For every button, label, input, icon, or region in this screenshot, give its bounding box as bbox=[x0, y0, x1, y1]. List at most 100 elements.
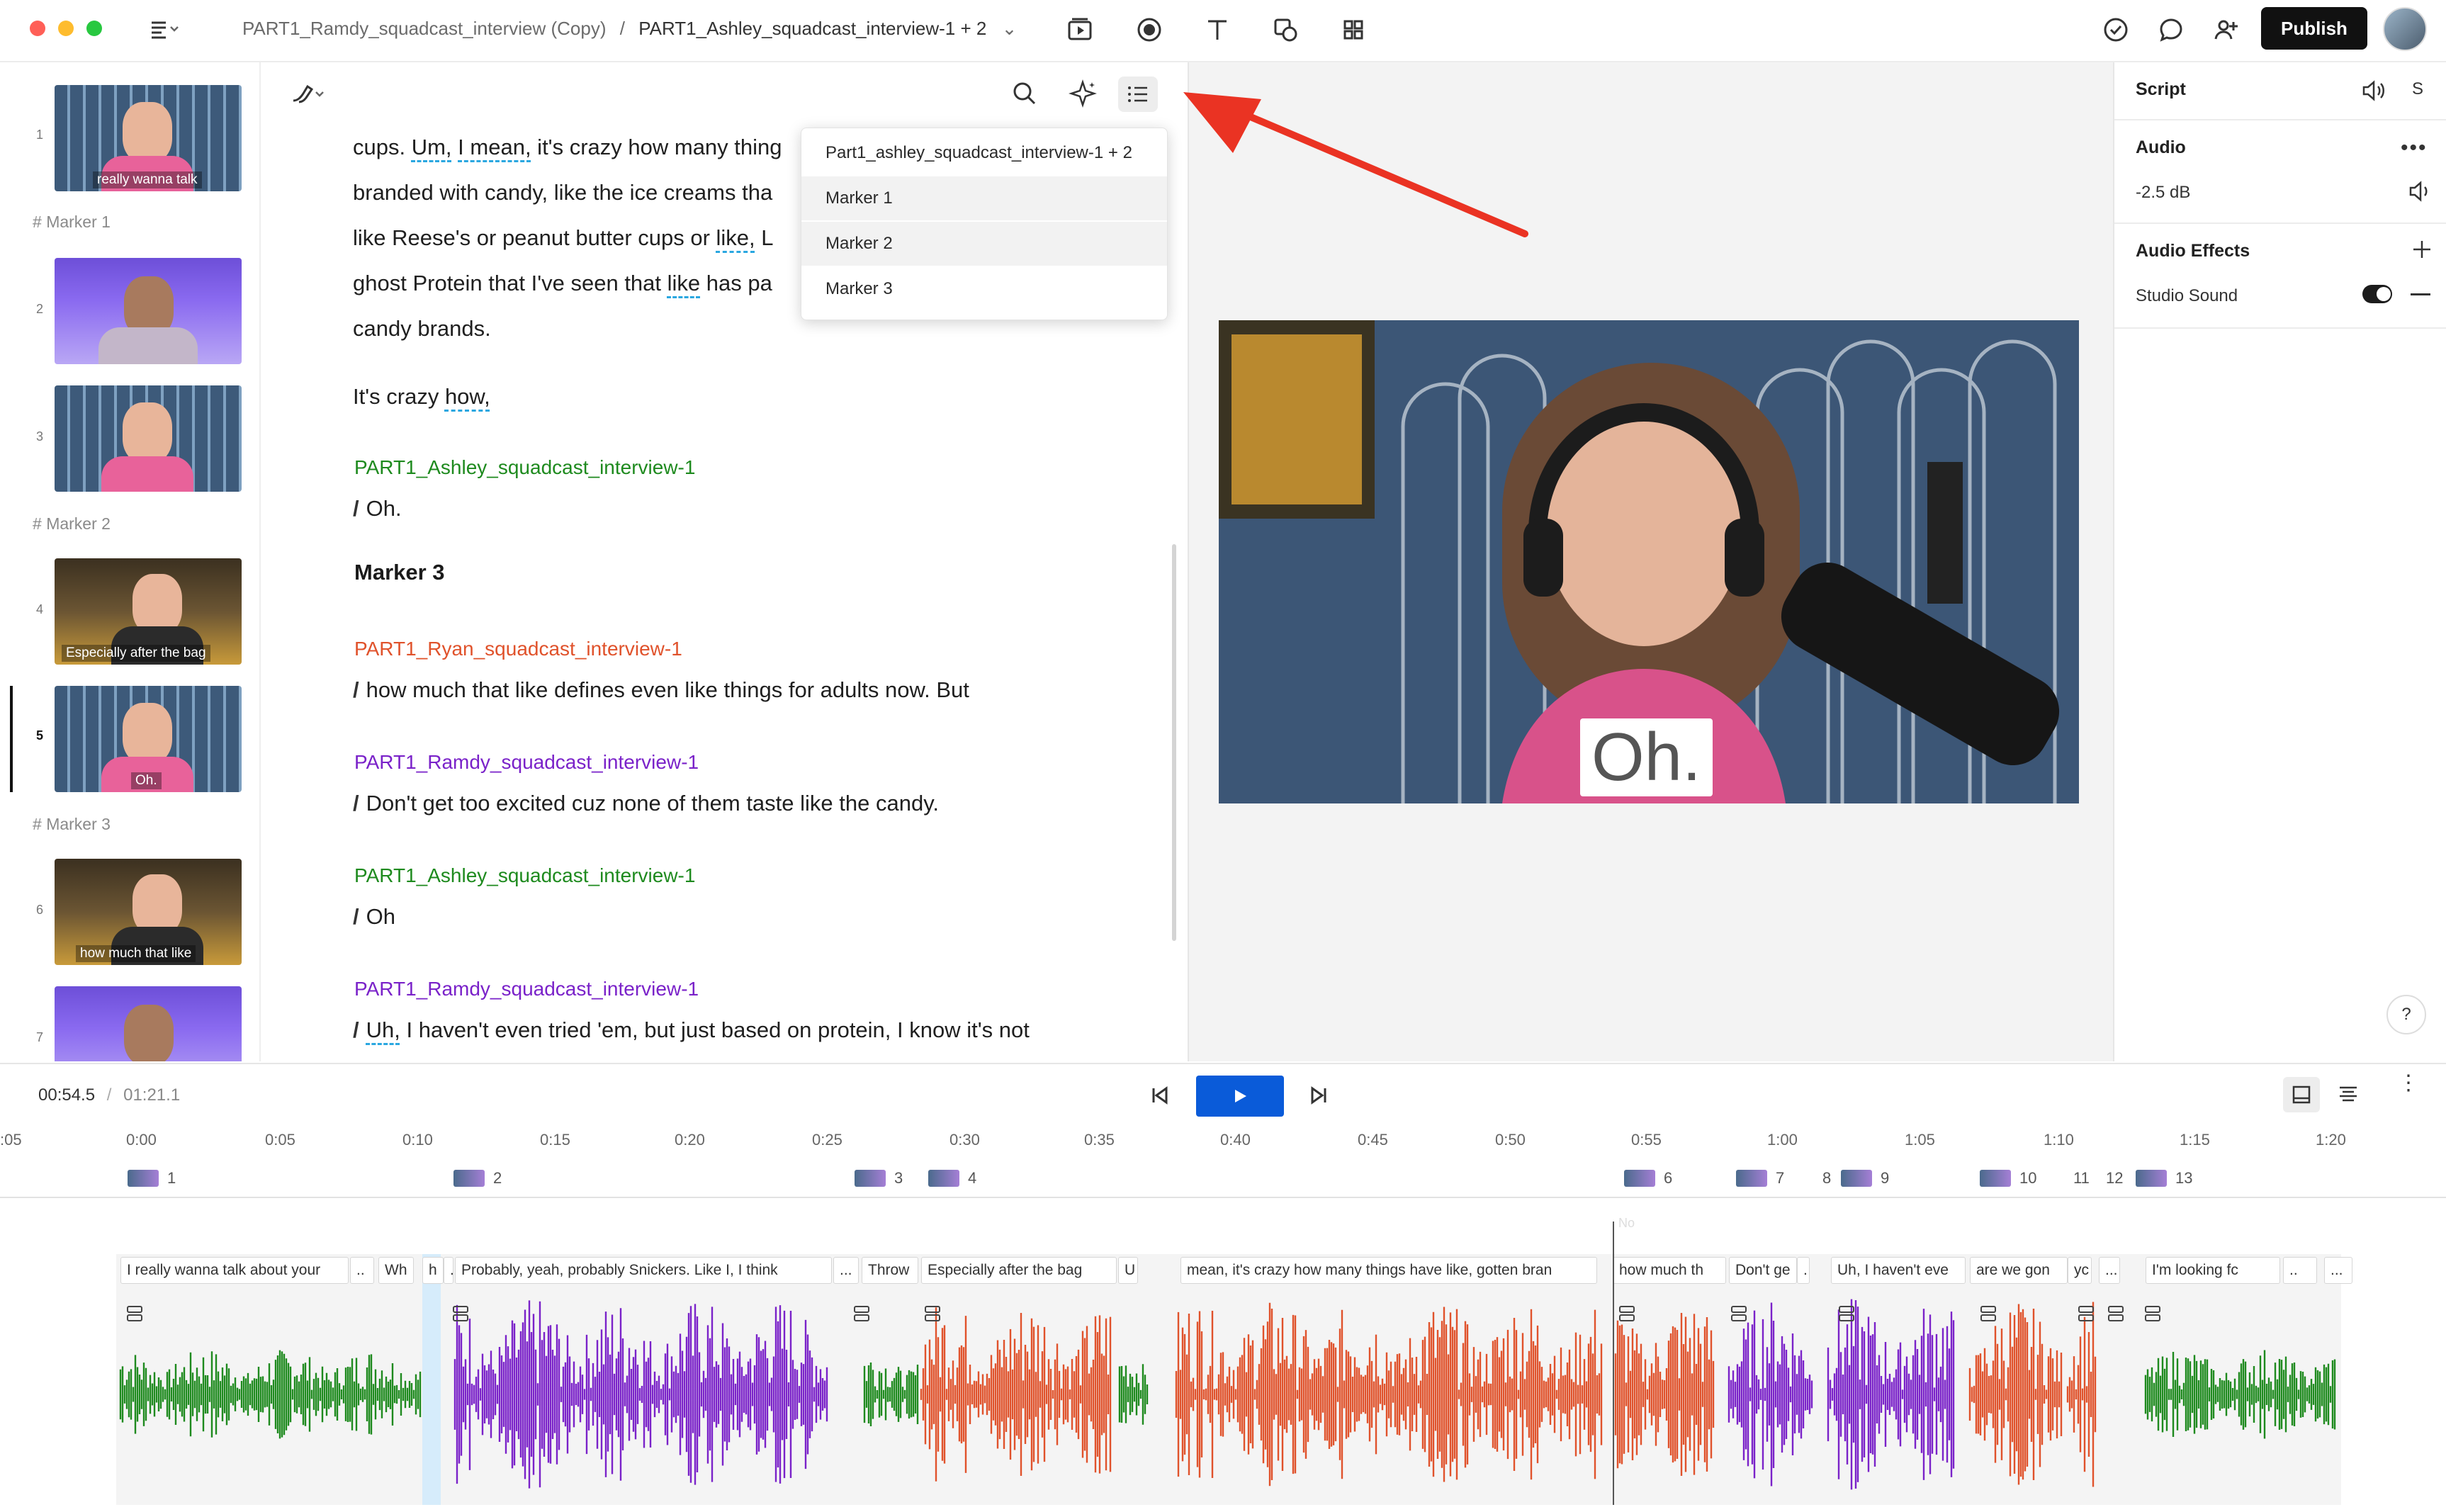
help-button[interactable]: ? bbox=[2386, 995, 2426, 1034]
filler-word[interactable]: Uh, bbox=[366, 1017, 400, 1042]
outline-item-composition[interactable]: Part1_ashley_squadcast_interview-1 + 2 bbox=[801, 131, 1167, 175]
caption-clip[interactable]: Throw bbox=[862, 1257, 918, 1284]
sidebar-marker[interactable]: # Marker 1 bbox=[33, 213, 111, 232]
speaker-label[interactable]: PART1_Ashley_squadcast_interview-1 bbox=[354, 864, 695, 887]
outline-item-marker-1[interactable]: Marker 1 bbox=[801, 176, 1167, 220]
caption-clip[interactable]: . bbox=[444, 1257, 453, 1284]
timeline-scene-tag[interactable]: 3 bbox=[855, 1169, 903, 1187]
caption-clip[interactable]: Especially after the bag bbox=[921, 1257, 1117, 1284]
caption-clip[interactable]: mean, it's crazy how many things have li… bbox=[1180, 1257, 1597, 1284]
timeline-scene-tag[interactable]: 13 bbox=[2136, 1169, 2192, 1187]
timeline-scene-tag[interactable]: 8 bbox=[1822, 1169, 1831, 1187]
speaker-label[interactable]: PART1_Ryan_squadcast_interview-1 bbox=[354, 638, 682, 660]
script-scrollbar[interactable] bbox=[1172, 544, 1176, 941]
caption-clip[interactable]: how much th bbox=[1613, 1257, 1726, 1284]
caption-clip[interactable]: ... bbox=[833, 1257, 859, 1284]
filler-word[interactable]: I mean, bbox=[458, 135, 531, 159]
video-caption[interactable]: Oh. bbox=[1580, 718, 1713, 796]
view-toggle-button[interactable] bbox=[2283, 1077, 2320, 1112]
play-button[interactable] bbox=[1196, 1076, 1284, 1117]
document-menu-icon[interactable] bbox=[147, 13, 181, 47]
timeline-scene-tag[interactable]: 10 bbox=[1980, 1169, 2036, 1187]
caption-clip[interactable]: Uh, I haven't eve bbox=[1831, 1257, 1966, 1284]
scene-thumbnail[interactable] bbox=[55, 385, 242, 492]
timeline-scene-tag[interactable]: 4 bbox=[928, 1169, 976, 1187]
transcript-line[interactable]: cups. Um, I mean, it's crazy how many th… bbox=[353, 125, 782, 170]
caption-clip[interactable]: I really wanna talk about your bbox=[120, 1257, 349, 1284]
publish-button[interactable]: Publish bbox=[2261, 7, 2367, 50]
caption-clip[interactable]: Probably, yeah, probably Snickers. Like … bbox=[455, 1257, 832, 1284]
more-options-icon[interactable]: ••• bbox=[2401, 136, 2428, 160]
volume-icon[interactable] bbox=[2408, 180, 2433, 203]
breadcrumb-parent[interactable]: PART1_Ramdy_squadcast_interview (Copy) bbox=[242, 18, 607, 39]
add-effect-icon[interactable] bbox=[2411, 238, 2433, 261]
caption-clip[interactable]: U bbox=[1118, 1257, 1138, 1284]
studio-sound-toggle[interactable] bbox=[2362, 285, 2392, 303]
record-icon[interactable] bbox=[1132, 13, 1166, 47]
scene-thumbnail[interactable]: how much that like bbox=[55, 859, 242, 965]
transcript-line[interactable]: It's crazy how, bbox=[353, 374, 490, 419]
speaker-voice-icon[interactable] bbox=[2361, 79, 2386, 102]
outline-list-button[interactable] bbox=[1118, 77, 1158, 112]
outline-item-marker-2[interactable]: Marker 2 bbox=[801, 222, 1167, 266]
speaker-label[interactable]: PART1_Ramdy_squadcast_interview-1 bbox=[354, 978, 699, 1000]
timeline-scene-tag[interactable]: 12 bbox=[2106, 1169, 2123, 1187]
caption-clip[interactable]: . bbox=[1797, 1257, 1810, 1284]
script-section-title[interactable]: Script bbox=[2136, 79, 2186, 100]
playhead[interactable] bbox=[1613, 1222, 1614, 1505]
transcript-line[interactable]: like Reese's or peanut butter cups or li… bbox=[353, 215, 774, 261]
volume-value[interactable]: -2.5 dB bbox=[2136, 183, 2190, 203]
scene-thumbnail[interactable] bbox=[55, 258, 242, 364]
timeline-scene-tag[interactable]: 2 bbox=[453, 1169, 502, 1187]
comments-icon[interactable] bbox=[2154, 13, 2188, 47]
pen-tool-icon[interactable] bbox=[289, 81, 332, 106]
caption-clip[interactable]: Wh bbox=[378, 1257, 414, 1284]
timeline-scene-tag[interactable]: 9 bbox=[1841, 1169, 1889, 1187]
caption-clip[interactable]: Don't ge bbox=[1729, 1257, 1797, 1284]
add-collaborator-icon[interactable] bbox=[2209, 13, 2243, 47]
checkmark-circle-icon[interactable] bbox=[2099, 13, 2133, 47]
remove-effect-icon[interactable] bbox=[2411, 293, 2430, 295]
scene-thumbnail[interactable]: Especially after the bag bbox=[55, 558, 242, 665]
media-library-icon[interactable] bbox=[1063, 13, 1097, 47]
caption-clip[interactable]: ... bbox=[2324, 1257, 2352, 1284]
scene-thumbnail[interactable]: really wanna talk bbox=[55, 85, 242, 191]
caption-clip[interactable]: .. bbox=[2283, 1257, 2317, 1284]
transcript-line[interactable]: / Oh bbox=[353, 894, 395, 940]
scene-thumbnail[interactable] bbox=[55, 986, 242, 1061]
sidebar-marker[interactable]: # Marker 2 bbox=[33, 514, 111, 534]
sidebar-marker[interactable]: # Marker 3 bbox=[33, 815, 111, 834]
user-avatar[interactable] bbox=[2383, 7, 2427, 51]
layout-grid-icon[interactable] bbox=[1336, 13, 1370, 47]
filler-word[interactable]: Um, bbox=[412, 135, 452, 159]
transcript-line[interactable]: / Don't get too excited cuz none of them … bbox=[353, 781, 939, 826]
outline-item-marker-3[interactable]: Marker 3 bbox=[801, 267, 1167, 311]
transcript-line[interactable]: / Oh. bbox=[353, 486, 402, 531]
caption-clip[interactable]: yc bbox=[2068, 1257, 2092, 1284]
transcript-line[interactable]: / Uh, I haven't even tried 'em, but just … bbox=[353, 1008, 1030, 1053]
video-preview[interactable]: Oh. bbox=[1219, 320, 2079, 803]
align-icon[interactable] bbox=[2335, 1081, 2361, 1107]
more-vertical-icon[interactable]: ⋮ bbox=[2398, 1073, 2419, 1094]
speaker-label[interactable]: PART1_Ramdy_squadcast_interview-1 bbox=[354, 751, 699, 774]
timeline-scene-tag[interactable]: 6 bbox=[1624, 1169, 1672, 1187]
timeline-scene-tag[interactable]: 1 bbox=[128, 1169, 176, 1187]
script-shortcut-label[interactable]: S bbox=[2412, 79, 2423, 99]
scene-thumbnail-selected[interactable]: Oh. bbox=[55, 686, 242, 792]
caption-clip[interactable]: .. bbox=[350, 1257, 374, 1284]
filler-word[interactable]: like, bbox=[716, 225, 755, 250]
breadcrumb-current[interactable]: PART1_Ashley_squadcast_interview-1 + 2 bbox=[638, 18, 986, 39]
marker-heading[interactable]: Marker 3 bbox=[354, 560, 445, 585]
filler-word[interactable]: like bbox=[667, 271, 701, 295]
timeline-scene-tag[interactable]: 11 bbox=[2073, 1169, 2090, 1187]
zoom-window-button[interactable] bbox=[86, 21, 102, 36]
caption-clip[interactable]: ... bbox=[2099, 1257, 2120, 1284]
transcript-line[interactable]: branded with candy, like the ice creams … bbox=[353, 170, 772, 215]
chevron-down-icon[interactable]: ⌄ bbox=[1002, 18, 1018, 39]
skip-back-icon[interactable] bbox=[1145, 1081, 1173, 1110]
speaker-label[interactable]: PART1_Ashley_squadcast_interview-1 bbox=[354, 456, 695, 479]
skip-forward-icon[interactable] bbox=[1305, 1081, 1334, 1110]
caption-clip[interactable]: are we gon bbox=[1970, 1257, 2068, 1284]
minimize-window-button[interactable] bbox=[58, 21, 74, 36]
transcript-line[interactable]: / how much that like defines even like th… bbox=[353, 667, 969, 713]
